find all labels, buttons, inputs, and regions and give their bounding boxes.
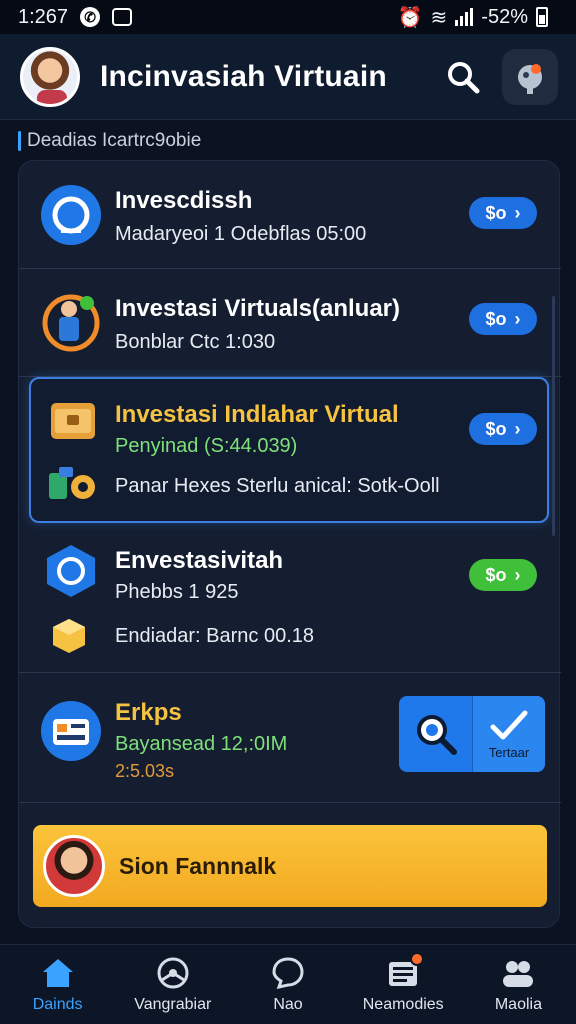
status-bar: 1:267 ✆ ⏰ ≋ -52%: [0, 0, 576, 34]
steering-icon: [156, 956, 190, 990]
home-icon: [41, 956, 75, 990]
blue-circle-icon: [39, 183, 103, 247]
search-confirm-tile[interactable]: Tertaar: [399, 696, 545, 772]
list-item[interactable]: Investasi Virtuals(anluar) Bonblar Ctc 1…: [19, 269, 561, 377]
list-item[interactable]: Envestasivitah Phebbs 1 925 Endiadar: Ba…: [19, 531, 561, 673]
nav-item-home[interactable]: Dainds: [0, 945, 115, 1024]
pill-label: $o: [485, 202, 507, 223]
chest-icon: [45, 393, 101, 449]
cube-icon: [49, 615, 89, 655]
section-label: Deadias Icartrc9obie: [18, 130, 201, 152]
tile-label: Tertaar: [488, 744, 530, 760]
nav-item-chat[interactable]: Nao: [230, 945, 345, 1024]
magnifier-icon: [416, 715, 457, 755]
item-detail: Panar Hexes Sterlu anical: Sotk-Ooll: [115, 475, 440, 497]
user-avatar: [43, 835, 105, 897]
item-title: Erkps: [115, 699, 182, 726]
item-action-pill[interactable]: $o ›: [469, 559, 537, 591]
pill-label: $o: [485, 308, 507, 329]
item-action-pill[interactable]: $o ›: [469, 413, 537, 445]
chevron-right-icon: ›: [514, 418, 521, 439]
item-subtitle: Penyinad (S:44.039): [115, 435, 298, 457]
nav-item-steering[interactable]: Vangrabiar: [115, 945, 230, 1024]
promo-banner[interactable]: Sion Fannnalk: [33, 825, 547, 907]
item-title: Investasi Virtuals(anluar): [115, 295, 400, 322]
nav-item-lists[interactable]: Neamodies: [346, 945, 461, 1024]
nav-label: Vangrabiar: [134, 995, 212, 1013]
list-item[interactable]: Invescdissh Madaryeoi 1 Odebflas 05:00 $…: [19, 161, 561, 269]
notification-badge: [410, 951, 425, 966]
item-title: Invescdissh: [115, 187, 253, 214]
item-detail: Endiadar: Barnc 00.18: [115, 625, 315, 647]
whatsapp-icon: ✆: [80, 7, 101, 27]
nav-label: Neamodies: [362, 995, 444, 1013]
alarm-icon: ⏰: [397, 6, 423, 29]
chat-icon: [271, 956, 305, 990]
profile-avatar[interactable]: [20, 46, 80, 107]
wifi-icon: ≋: [430, 6, 448, 29]
app-header: Incinvasiah Virtuain: [0, 34, 576, 120]
dashboard-card-icon: [39, 699, 103, 763]
nav-item-people[interactable]: Maolia: [461, 945, 576, 1024]
item-detail: 2:5.03s: [115, 761, 175, 781]
battery-icon: [536, 7, 548, 27]
pill-label: $o: [485, 564, 507, 585]
item-subtitle: Bonblar Ctc 1:030: [115, 331, 276, 353]
gallery-icon: [112, 8, 133, 26]
gears-icon: [45, 463, 101, 507]
nav-label: Nao: [273, 995, 303, 1013]
checkmark-icon: [490, 710, 528, 739]
item-title: Investasi Indlahar Virtual: [115, 401, 399, 428]
banner-label: Sion Fannnalk: [119, 852, 277, 879]
chevron-right-icon: ›: [514, 202, 521, 223]
bottom-navigation: Dainds Vangrabiar Nao Neamodies Maolia: [0, 944, 576, 1024]
nav-label: Dainds: [32, 995, 83, 1013]
status-time: 1:267: [18, 5, 69, 28]
list-badge-icon: [386, 951, 425, 990]
robot-icon: [518, 63, 542, 94]
scrollbar[interactable]: [552, 296, 555, 536]
item-subtitle: Bayansead 12,:0IM: [115, 733, 288, 755]
section-label-text: Deadias Icartrc9obie: [27, 130, 202, 151]
assistant-button[interactable]: [502, 48, 558, 105]
chevron-right-icon: ›: [514, 308, 521, 329]
item-action-pill[interactable]: $o ›: [469, 197, 537, 229]
search-icon: [448, 61, 480, 93]
person-coin-icon: [41, 289, 101, 353]
battery-text: -52%: [481, 5, 528, 28]
item-action-pill[interactable]: $o ›: [469, 303, 537, 335]
search-button[interactable]: [442, 56, 484, 98]
item-title: Envestasivitah: [115, 547, 284, 574]
section-marker: [18, 131, 21, 151]
tile-search-button[interactable]: [399, 696, 472, 772]
list-item-selected[interactable]: Investasi Indlahar Virtual Penyinad (S:4…: [29, 377, 549, 523]
investment-list-card: Invescdissh Madaryeoi 1 Odebflas 05:00 $…: [18, 160, 561, 928]
tile-confirm-button[interactable]: Tertaar: [472, 696, 545, 772]
signal-icon: [455, 8, 474, 26]
chevron-right-icon: ›: [514, 564, 521, 585]
nav-label: Maolia: [494, 995, 542, 1013]
pill-label: $o: [485, 418, 507, 439]
item-subtitle: Madaryeoi 1 Odebflas 05:00: [115, 223, 367, 245]
people-icon: [501, 956, 535, 990]
item-subtitle: Phebbs 1 925: [115, 581, 239, 603]
app-title: Incinvasiah Virtuain: [100, 59, 387, 93]
hexagon-icon: [43, 543, 99, 599]
